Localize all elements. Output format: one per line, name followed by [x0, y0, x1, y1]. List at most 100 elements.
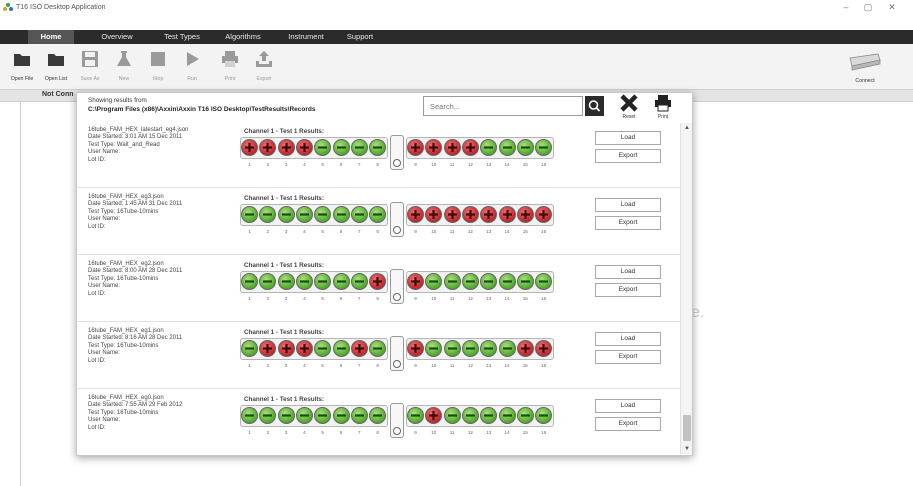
tube-positive-icon	[425, 139, 443, 156]
tube-number: 13	[486, 229, 492, 234]
dialog-print-button[interactable]: Print	[651, 94, 675, 120]
tube-number: 5	[321, 296, 324, 301]
tube-number: 13	[486, 162, 492, 167]
print-button[interactable]: Print	[214, 48, 246, 88]
tube-positive-icon	[443, 139, 461, 156]
tube-number: 11	[449, 229, 455, 234]
tube-number: 2	[266, 296, 270, 301]
tube-number: 4	[303, 363, 306, 368]
tube-positive-icon	[369, 273, 387, 290]
connector-knob-icon	[393, 360, 401, 368]
tube-positive-icon	[295, 139, 313, 156]
stop-button[interactable]: Stop	[142, 48, 174, 88]
connector-knob-icon	[393, 427, 401, 435]
tube-negative-icon	[350, 407, 368, 424]
record-filename: 16tube_FAM_HEX_eg3.json	[88, 194, 164, 200]
tube-number: 11	[449, 430, 455, 435]
scroll-thumb[interactable]	[683, 415, 691, 441]
folder-open-icon	[48, 54, 64, 66]
tube-number: 14	[504, 229, 510, 234]
tube-negative-icon	[332, 273, 350, 290]
channel-label: Channel 1 - Test 1 Results:	[244, 128, 325, 135]
channel-label: Channel 1 - Test 1 Results:	[244, 195, 325, 202]
window-title: T16 ISO Desktop Application	[16, 3, 106, 11]
tab-algorithms[interactable]: Algorithms	[216, 30, 270, 44]
instrument-device-icon	[849, 53, 881, 71]
tab-instrument[interactable]: Instrument	[278, 30, 334, 44]
record-user: User Name:	[88, 149, 121, 156]
save-as-button[interactable]: Save As	[74, 48, 106, 88]
export-record-button[interactable]: Export	[595, 216, 661, 230]
record-date: Date Started: 3:01 AM 15 Dec 2011	[88, 134, 183, 141]
tube-number: 2	[266, 363, 270, 368]
connect-button[interactable]: Connect	[843, 48, 887, 88]
tube-negative-icon	[369, 407, 387, 424]
tube-negative-icon	[480, 340, 498, 357]
minimize-button[interactable]: –	[835, 0, 857, 14]
tube-positive-icon	[295, 340, 313, 357]
export-button[interactable]: Export	[248, 48, 280, 88]
load-button[interactable]: Load	[595, 198, 661, 212]
load-button[interactable]: Load	[595, 332, 661, 346]
folder-icon	[14, 54, 30, 66]
tube-positive-icon	[407, 206, 424, 223]
load-button[interactable]: Load	[595, 265, 661, 279]
tube-number: 9	[414, 162, 417, 167]
load-button[interactable]: Load	[595, 399, 661, 413]
search-button[interactable]	[585, 96, 604, 116]
tube-number: 15	[522, 162, 528, 167]
maximize-button[interactable]: ▢	[857, 0, 879, 14]
tube-positive-icon	[407, 273, 424, 290]
tube-negative-icon	[314, 139, 332, 156]
tube-negative-icon	[516, 273, 534, 290]
run-button[interactable]: Run	[176, 48, 208, 88]
floppy-disk-icon	[82, 51, 98, 67]
tube-negative-icon	[407, 407, 424, 424]
record-test-type: Test Type: 16Tube-10mins	[88, 208, 159, 215]
printer-icon	[222, 51, 238, 67]
tab-support[interactable]: Support	[340, 30, 380, 44]
open-file-button[interactable]: Open File	[6, 48, 38, 88]
export-record-button[interactable]: Export	[595, 283, 661, 297]
tube-number: 10	[431, 296, 437, 301]
results-dialog: Showing results from C:\Program Files (x…	[76, 92, 693, 456]
toolbar: Open File Open List Save As New Stop Run…	[0, 44, 913, 90]
new-button[interactable]: New	[108, 48, 140, 88]
tube-number: 2	[266, 162, 270, 167]
tube-number: 13	[486, 430, 492, 435]
tube-number: 6	[339, 363, 343, 368]
record-row: 16tube_FAM_HEX_eg1.json Date Started: 8:1…	[77, 322, 681, 389]
tube-negative-icon	[443, 273, 461, 290]
records-scrollbar[interactable]: ▲ ▼	[680, 123, 692, 454]
tube-positive-icon	[425, 407, 443, 424]
tube-number: 9	[414, 296, 417, 301]
tube-number: 5	[321, 162, 324, 167]
export-record-button[interactable]: Export	[595, 417, 661, 431]
close-window-button[interactable]: ✕	[881, 0, 903, 14]
tube-negative-icon	[332, 139, 350, 156]
tube-number: 3	[284, 296, 288, 301]
tab-test-types[interactable]: Test Types	[154, 30, 210, 44]
scroll-up-arrow-icon[interactable]: ▲	[681, 123, 693, 133]
load-button[interactable]: Load	[595, 131, 661, 145]
tube-negative-icon	[314, 407, 332, 424]
export-record-button[interactable]: Export	[595, 350, 661, 364]
tube-number: 5	[321, 229, 324, 234]
record-info: 16tube_FAM_HEX_eg3.json Date Started: 1:4…	[88, 194, 182, 231]
tab-overview[interactable]: Overview	[92, 30, 142, 44]
search-input[interactable]	[423, 96, 583, 116]
tab-home[interactable]: Home	[28, 30, 74, 44]
record-lot: Lot ID:	[88, 357, 106, 364]
tube-negative-icon	[241, 340, 258, 357]
tube-strip: 1 2 3 4 5 6 7 8 9 10 11 12 13 14 15 16	[240, 135, 554, 171]
tube-number: 8	[376, 363, 379, 368]
export-record-button[interactable]: Export	[595, 149, 661, 163]
reset-button[interactable]: Reset	[617, 94, 641, 120]
tube-number: 8	[376, 430, 379, 435]
open-list-button[interactable]: Open List	[40, 48, 72, 88]
tube-positive-icon	[516, 340, 534, 357]
scroll-down-arrow-icon[interactable]: ▼	[681, 444, 693, 454]
record-test-type: Test Type: 16Tube-10mins	[88, 275, 159, 282]
record-user: User Name:	[88, 283, 121, 290]
tube-negative-icon	[425, 340, 443, 357]
